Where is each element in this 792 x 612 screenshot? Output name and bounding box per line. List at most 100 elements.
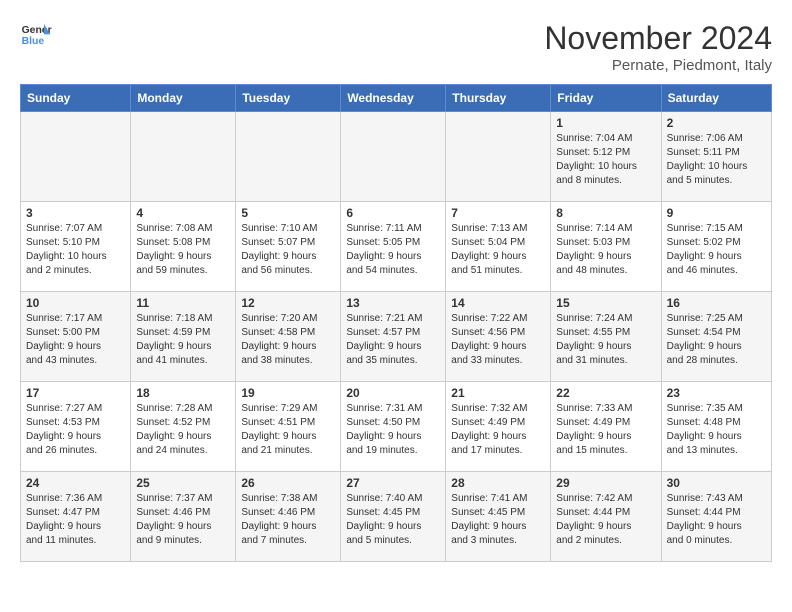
day-number: 11 (136, 296, 230, 310)
weekday-header-monday: Monday (131, 85, 236, 112)
calendar-cell: 18 Sunrise: 7:28 AM Sunset: 4:52 PM Dayli… (131, 382, 236, 472)
day-info: Sunrise: 7:17 AM Sunset: 5:00 PM Dayligh… (26, 312, 125, 368)
month-title: November 2024 (544, 20, 772, 57)
day-number: 16 (667, 296, 766, 310)
day-info: Sunrise: 7:38 AM Sunset: 4:46 PM Dayligh… (241, 492, 335, 548)
calendar-cell (446, 112, 551, 202)
day-info: Sunrise: 7:28 AM Sunset: 4:52 PM Dayligh… (136, 402, 230, 458)
day-number: 1 (556, 116, 655, 130)
day-number: 15 (556, 296, 655, 310)
day-info: Sunrise: 7:04 AM Sunset: 5:12 PM Dayligh… (556, 132, 655, 188)
calendar-cell: 20 Sunrise: 7:31 AM Sunset: 4:50 PM Dayli… (341, 382, 446, 472)
calendar-cell: 28 Sunrise: 7:41 AM Sunset: 4:45 PM Dayli… (446, 472, 551, 562)
day-info: Sunrise: 7:10 AM Sunset: 5:07 PM Dayligh… (241, 222, 335, 278)
weekday-header-thursday: Thursday (446, 85, 551, 112)
title-area: November 2024 Pernate, Piedmont, Italy (544, 20, 772, 74)
day-info: Sunrise: 7:20 AM Sunset: 4:58 PM Dayligh… (241, 312, 335, 368)
day-number: 13 (346, 296, 440, 310)
day-number: 4 (136, 206, 230, 220)
day-number: 27 (346, 476, 440, 490)
weekday-header-wednesday: Wednesday (341, 85, 446, 112)
day-info: Sunrise: 7:27 AM Sunset: 4:53 PM Dayligh… (26, 402, 125, 458)
day-info: Sunrise: 7:29 AM Sunset: 4:51 PM Dayligh… (241, 402, 335, 458)
day-info: Sunrise: 7:14 AM Sunset: 5:03 PM Dayligh… (556, 222, 655, 278)
calendar-week-2: 3 Sunrise: 7:07 AM Sunset: 5:10 PM Daylig… (21, 202, 772, 292)
calendar-cell: 6 Sunrise: 7:11 AM Sunset: 5:05 PM Daylig… (341, 202, 446, 292)
calendar-cell: 30Sunrise: 7:43 AM Sunset: 4:44 PM Dayli… (661, 472, 771, 562)
calendar-cell: 1 Sunrise: 7:04 AM Sunset: 5:12 PM Daylig… (551, 112, 661, 202)
day-info: Sunrise: 7:06 AM Sunset: 5:11 PM Dayligh… (667, 132, 766, 188)
calendar-cell: 29 Sunrise: 7:42 AM Sunset: 4:44 PM Dayli… (551, 472, 661, 562)
day-number: 26 (241, 476, 335, 490)
weekday-header-saturday: Saturday (661, 85, 771, 112)
calendar-week-4: 17 Sunrise: 7:27 AM Sunset: 4:53 PM Dayli… (21, 382, 772, 472)
day-number: 6 (346, 206, 440, 220)
day-number: 20 (346, 386, 440, 400)
day-number: 23 (667, 386, 766, 400)
logo: General Blue (20, 20, 52, 48)
calendar-cell: 21 Sunrise: 7:32 AM Sunset: 4:49 PM Dayli… (446, 382, 551, 472)
day-info: Sunrise: 7:08 AM Sunset: 5:08 PM Dayligh… (136, 222, 230, 278)
day-info: Sunrise: 7:25 AM Sunset: 4:54 PM Dayligh… (667, 312, 766, 368)
calendar-cell (236, 112, 341, 202)
day-number: 5 (241, 206, 335, 220)
calendar-cell: 14Sunrise: 7:22 AM Sunset: 4:56 PM Dayli… (446, 292, 551, 382)
day-info: Sunrise: 7:42 AM Sunset: 4:44 PM Dayligh… (556, 492, 655, 548)
day-info: Sunrise: 7:36 AM Sunset: 4:47 PM Dayligh… (26, 492, 125, 548)
day-number: 22 (556, 386, 655, 400)
weekday-header-friday: Friday (551, 85, 661, 112)
calendar-cell: 17 Sunrise: 7:27 AM Sunset: 4:53 PM Dayli… (21, 382, 131, 472)
day-info: Sunrise: 7:13 AM Sunset: 5:04 PM Dayligh… (451, 222, 545, 278)
day-info: Sunrise: 7:41 AM Sunset: 4:45 PM Dayligh… (451, 492, 545, 548)
day-info: Sunrise: 7:18 AM Sunset: 4:59 PM Dayligh… (136, 312, 230, 368)
day-info: Sunrise: 7:40 AM Sunset: 4:45 PM Dayligh… (346, 492, 440, 548)
day-info: Sunrise: 7:31 AM Sunset: 4:50 PM Dayligh… (346, 402, 440, 458)
day-number: 21 (451, 386, 545, 400)
weekday-header-row: SundayMondayTuesdayWednesdayThursdayFrid… (21, 85, 772, 112)
day-number: 29 (556, 476, 655, 490)
calendar-cell: 16 Sunrise: 7:25 AM Sunset: 4:54 PM Dayli… (661, 292, 771, 382)
day-number: 19 (241, 386, 335, 400)
day-number: 17 (26, 386, 125, 400)
day-info: Sunrise: 7:07 AM Sunset: 5:10 PM Dayligh… (26, 222, 125, 278)
day-info: Sunrise: 7:32 AM Sunset: 4:49 PM Dayligh… (451, 402, 545, 458)
day-number: 30 (667, 476, 766, 490)
day-info: Sunrise: 7:24 AM Sunset: 4:55 PM Dayligh… (556, 312, 655, 368)
calendar-cell: 25Sunrise: 7:37 AM Sunset: 4:46 PM Dayli… (131, 472, 236, 562)
calendar-cell: 4 Sunrise: 7:08 AM Sunset: 5:08 PM Daylig… (131, 202, 236, 292)
location: Pernate, Piedmont, Italy (544, 57, 772, 74)
calendar-cell (341, 112, 446, 202)
calendar-cell (131, 112, 236, 202)
calendar-cell: 9 Sunrise: 7:15 AM Sunset: 5:02 PM Daylig… (661, 202, 771, 292)
day-number: 8 (556, 206, 655, 220)
weekday-header-tuesday: Tuesday (236, 85, 341, 112)
calendar-cell: 23Sunrise: 7:35 AM Sunset: 4:48 PM Dayli… (661, 382, 771, 472)
day-number: 25 (136, 476, 230, 490)
calendar-cell: 5 Sunrise: 7:10 AM Sunset: 5:07 PM Daylig… (236, 202, 341, 292)
calendar-cell: 22 Sunrise: 7:33 AM Sunset: 4:49 PM Dayli… (551, 382, 661, 472)
svg-text:Blue: Blue (22, 36, 45, 47)
calendar-cell: 3 Sunrise: 7:07 AM Sunset: 5:10 PM Daylig… (21, 202, 131, 292)
day-info: Sunrise: 7:33 AM Sunset: 4:49 PM Dayligh… (556, 402, 655, 458)
calendar-week-1: 1 Sunrise: 7:04 AM Sunset: 5:12 PM Daylig… (21, 112, 772, 202)
calendar-cell: 15 Sunrise: 7:24 AM Sunset: 4:55 PM Dayli… (551, 292, 661, 382)
day-number: 18 (136, 386, 230, 400)
calendar-cell: 19 Sunrise: 7:29 AM Sunset: 4:51 PM Dayli… (236, 382, 341, 472)
day-info: Sunrise: 7:15 AM Sunset: 5:02 PM Dayligh… (667, 222, 766, 278)
calendar-cell: 13 Sunrise: 7:21 AM Sunset: 4:57 PM Dayli… (341, 292, 446, 382)
day-number: 2 (667, 116, 766, 130)
calendar-week-3: 10Sunrise: 7:17 AM Sunset: 5:00 PM Dayli… (21, 292, 772, 382)
calendar-table: SundayMondayTuesdayWednesdayThursdayFrid… (20, 84, 772, 562)
calendar-cell: 12Sunrise: 7:20 AM Sunset: 4:58 PM Dayli… (236, 292, 341, 382)
day-number: 14 (451, 296, 545, 310)
day-number: 9 (667, 206, 766, 220)
day-number: 28 (451, 476, 545, 490)
calendar-cell: 10Sunrise: 7:17 AM Sunset: 5:00 PM Dayli… (21, 292, 131, 382)
calendar-cell: 2 Sunrise: 7:06 AM Sunset: 5:11 PM Daylig… (661, 112, 771, 202)
calendar-cell: 26 Sunrise: 7:38 AM Sunset: 4:46 PM Dayli… (236, 472, 341, 562)
day-info: Sunrise: 7:21 AM Sunset: 4:57 PM Dayligh… (346, 312, 440, 368)
calendar-cell: 8 Sunrise: 7:14 AM Sunset: 5:03 PM Daylig… (551, 202, 661, 292)
calendar-cell: 27 Sunrise: 7:40 AM Sunset: 4:45 PM Dayli… (341, 472, 446, 562)
day-info: Sunrise: 7:11 AM Sunset: 5:05 PM Dayligh… (346, 222, 440, 278)
day-number: 3 (26, 206, 125, 220)
